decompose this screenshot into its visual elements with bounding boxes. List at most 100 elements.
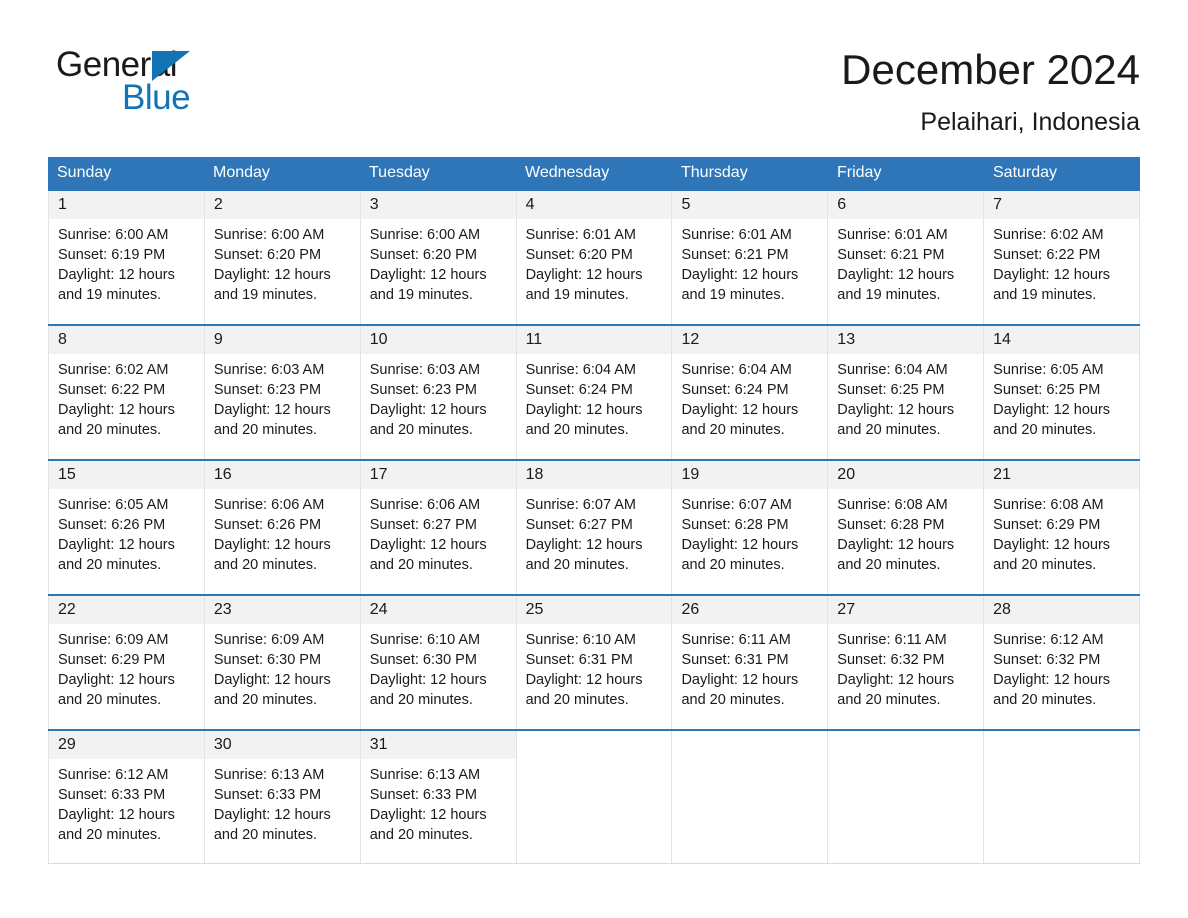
sunset-text: Sunset: 6:24 PM [681, 382, 789, 398]
day-number: 17 [360, 461, 516, 489]
day-cell[interactable]: 31 Sunrise: 6:13 AM Sunset: 6:33 PM Dayl… [360, 731, 517, 863]
sunset-text: Sunset: 6:26 PM [58, 517, 166, 533]
weekday-header-thursday: Thursday [681, 164, 748, 181]
day-cell[interactable]: 8 Sunrise: 6:02 AM Sunset: 6:22 PM Dayli… [48, 326, 205, 459]
day-info: Sunrise: 6:00 AM Sunset: 6:20 PM Dayligh… [205, 219, 360, 305]
sunrise-text: Sunrise: 6:03 AM [213, 362, 325, 378]
day-cell[interactable]: 17 Sunrise: 6:06 AM Sunset: 6:27 PM Dayl… [360, 461, 517, 594]
daylight-text: Daylight: 12 hours and 20 minutes. [213, 672, 331, 708]
day-cell[interactable]: 26 Sunrise: 6:11 AM Sunset: 6:31 PM Dayl… [672, 596, 829, 729]
day-cell[interactable]: 28 Sunrise: 6:12 AM Sunset: 6:32 PM Dayl… [984, 596, 1141, 729]
day-cell[interactable]: 10 Sunrise: 6:03 AM Sunset: 6:23 PM Dayl… [360, 326, 517, 459]
day-cell[interactable]: 5 Sunrise: 6:01 AM Sunset: 6:21 PM Dayli… [672, 191, 829, 324]
day-cell[interactable]: 21 Sunrise: 6:08 AM Sunset: 6:29 PM Dayl… [984, 461, 1141, 594]
day-cell-empty [984, 731, 1141, 863]
day-info: Sunrise: 6:05 AM Sunset: 6:25 PM Dayligh… [984, 354, 1139, 440]
day-number: 27 [828, 596, 984, 624]
daylight-text: Daylight: 12 hours and 20 minutes. [213, 402, 331, 438]
daylight-text: Daylight: 12 hours and 19 minutes. [993, 267, 1111, 303]
day-cell[interactable]: 18 Sunrise: 6:07 AM Sunset: 6:27 PM Dayl… [516, 461, 673, 594]
sunset-text: Sunset: 6:32 PM [837, 652, 945, 668]
day-cell[interactable]: 20 Sunrise: 6:08 AM Sunset: 6:28 PM Dayl… [828, 461, 985, 594]
page-title: December 2024 [841, 46, 1140, 93]
day-cell[interactable]: 7 Sunrise: 6:02 AM Sunset: 6:22 PM Dayli… [984, 191, 1141, 324]
day-cell[interactable]: 1 Sunrise: 6:00 AM Sunset: 6:19 PM Dayli… [48, 191, 205, 324]
sunrise-text: Sunrise: 6:13 AM [213, 767, 325, 783]
sunrise-text: Sunrise: 6:03 AM [369, 362, 481, 378]
daylight-text: Daylight: 12 hours and 20 minutes. [525, 402, 643, 438]
day-cell[interactable]: 3 Sunrise: 6:00 AM Sunset: 6:20 PM Dayli… [360, 191, 517, 324]
daylight-text: Daylight: 12 hours and 20 minutes. [58, 402, 175, 438]
day-cell[interactable]: 2 Sunrise: 6:00 AM Sunset: 6:20 PM Dayli… [204, 191, 361, 324]
daylight-text: Daylight: 12 hours and 20 minutes. [525, 537, 643, 573]
day-number: 7 [984, 191, 1140, 219]
day-info: Sunrise: 6:09 AM Sunset: 6:29 PM Dayligh… [49, 624, 204, 710]
day-cell[interactable]: 13 Sunrise: 6:04 AM Sunset: 6:25 PM Dayl… [828, 326, 985, 459]
day-info: Sunrise: 6:01 AM Sunset: 6:21 PM Dayligh… [672, 219, 827, 305]
title-block: December 2024 Pelaihari, Indonesia [841, 44, 1140, 138]
day-cell[interactable]: 12 Sunrise: 6:04 AM Sunset: 6:24 PM Dayl… [672, 326, 829, 459]
day-cell-empty [828, 731, 985, 863]
day-cell[interactable]: 4 Sunrise: 6:01 AM Sunset: 6:20 PM Dayli… [516, 191, 673, 324]
day-number: 22 [49, 596, 204, 624]
day-info: Sunrise: 6:08 AM Sunset: 6:29 PM Dayligh… [984, 489, 1139, 575]
daylight-text: Daylight: 12 hours and 20 minutes. [993, 672, 1111, 708]
day-number: 6 [828, 191, 984, 219]
sunrise-text: Sunrise: 6:06 AM [213, 497, 325, 513]
day-cell[interactable]: 27 Sunrise: 6:11 AM Sunset: 6:32 PM Dayl… [828, 596, 985, 729]
sunrise-text: Sunrise: 6:02 AM [58, 362, 169, 378]
week-row: 15 Sunrise: 6:05 AM Sunset: 6:26 PM Dayl… [48, 459, 1141, 594]
daylight-text: Daylight: 12 hours and 19 minutes. [58, 267, 175, 303]
sunrise-text: Sunrise: 6:01 AM [681, 227, 792, 243]
day-info: Sunrise: 6:13 AM Sunset: 6:33 PM Dayligh… [361, 759, 516, 845]
sunrise-text: Sunrise: 6:12 AM [58, 767, 169, 783]
weekday-header-friday: Friday [837, 164, 882, 181]
sunset-text: Sunset: 6:33 PM [58, 787, 166, 803]
day-cell[interactable]: 11 Sunrise: 6:04 AM Sunset: 6:24 PM Dayl… [516, 326, 673, 459]
daylight-text: Daylight: 12 hours and 20 minutes. [837, 537, 955, 573]
sunset-text: Sunset: 6:25 PM [993, 382, 1101, 398]
day-number: 23 [204, 596, 360, 624]
weekday-header-row: Sunday Monday Tuesday Wednesday Thursday… [48, 157, 1140, 189]
day-info: Sunrise: 6:13 AM Sunset: 6:33 PM Dayligh… [205, 759, 360, 845]
day-info: Sunrise: 6:00 AM Sunset: 6:20 PM Dayligh… [361, 219, 516, 305]
day-cell[interactable]: 25 Sunrise: 6:10 AM Sunset: 6:31 PM Dayl… [516, 596, 673, 729]
sunrise-text: Sunrise: 6:11 AM [681, 632, 791, 648]
sunset-text: Sunset: 6:26 PM [213, 517, 322, 533]
sunrise-text: Sunrise: 6:07 AM [525, 497, 636, 513]
day-cell[interactable]: 16 Sunrise: 6:06 AM Sunset: 6:26 PM Dayl… [204, 461, 361, 594]
day-number: 14 [984, 326, 1140, 354]
sunrise-text: Sunrise: 6:01 AM [525, 227, 636, 243]
logo-text-blue: Blue [122, 78, 191, 117]
day-number: 18 [516, 461, 672, 489]
daylight-text: Daylight: 12 hours and 20 minutes. [837, 402, 955, 438]
day-cell[interactable]: 6 Sunrise: 6:01 AM Sunset: 6:21 PM Dayli… [828, 191, 985, 324]
sunrise-text: Sunrise: 6:08 AM [837, 497, 948, 513]
day-info: Sunrise: 6:06 AM Sunset: 6:26 PM Dayligh… [205, 489, 360, 575]
day-cell[interactable]: 22 Sunrise: 6:09 AM Sunset: 6:29 PM Dayl… [48, 596, 205, 729]
day-info: Sunrise: 6:07 AM Sunset: 6:27 PM Dayligh… [517, 489, 672, 575]
day-cell[interactable]: 9 Sunrise: 6:03 AM Sunset: 6:23 PM Dayli… [204, 326, 361, 459]
day-info: Sunrise: 6:05 AM Sunset: 6:26 PM Dayligh… [49, 489, 204, 575]
day-number: 8 [49, 326, 204, 354]
day-number: 21 [984, 461, 1140, 489]
weekday-header-tuesday: Tuesday [369, 164, 430, 181]
sunset-text: Sunset: 6:27 PM [525, 517, 633, 533]
day-cell[interactable]: 14 Sunrise: 6:05 AM Sunset: 6:25 PM Dayl… [984, 326, 1141, 459]
day-cell[interactable]: 30 Sunrise: 6:13 AM Sunset: 6:33 PM Dayl… [204, 731, 361, 863]
sunset-text: Sunset: 6:30 PM [213, 652, 322, 668]
sunrise-text: Sunrise: 6:04 AM [525, 362, 636, 378]
calendar-grid: Sunday Monday Tuesday Wednesday Thursday… [48, 157, 1141, 864]
sunset-text: Sunset: 6:20 PM [213, 247, 322, 263]
sunrise-text: Sunrise: 6:09 AM [213, 632, 325, 648]
day-cell[interactable]: 24 Sunrise: 6:10 AM Sunset: 6:30 PM Dayl… [360, 596, 517, 729]
day-number [672, 731, 828, 759]
day-cell[interactable]: 23 Sunrise: 6:09 AM Sunset: 6:30 PM Dayl… [204, 596, 361, 729]
day-number: 30 [204, 731, 360, 759]
sunset-text: Sunset: 6:21 PM [681, 247, 789, 263]
day-cell[interactable]: 29 Sunrise: 6:12 AM Sunset: 6:33 PM Dayl… [48, 731, 205, 863]
day-cell[interactable]: 15 Sunrise: 6:05 AM Sunset: 6:26 PM Dayl… [48, 461, 205, 594]
sunrise-text: Sunrise: 6:04 AM [837, 362, 948, 378]
day-cell[interactable]: 19 Sunrise: 6:07 AM Sunset: 6:28 PM Dayl… [672, 461, 829, 594]
sunset-text: Sunset: 6:28 PM [837, 517, 945, 533]
